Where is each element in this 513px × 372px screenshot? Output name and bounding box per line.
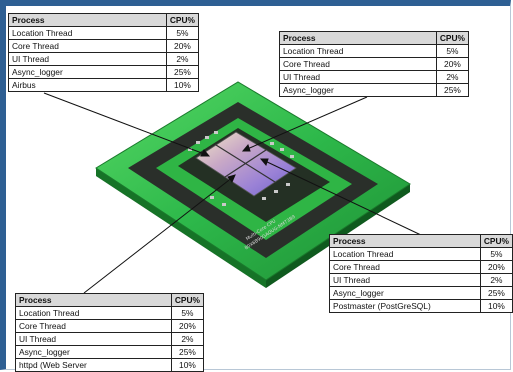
process-cell: UI Thread (279, 70, 437, 84)
process-cell: Async_logger (15, 345, 172, 359)
table-row: Location Thread 5% (15, 306, 205, 320)
table-row: Airbus 10% (8, 78, 200, 92)
cpu-cell: 25% (165, 65, 200, 79)
cpu-cell: 2% (165, 52, 200, 66)
cpu-cell: 5% (165, 26, 200, 40)
process-cell: Core Thread (15, 319, 172, 333)
process-cell: Async_logger (279, 83, 437, 97)
process-cell: Postmaster (PostGreSQL) (329, 299, 481, 313)
table-row: Core Thread 20% (8, 39, 200, 53)
cpu-cell: 20% (435, 57, 470, 71)
table-row: Core Thread 20% (329, 260, 513, 274)
process-column-header: Process (329, 234, 481, 248)
table-row: Core Thread 20% (279, 57, 470, 71)
cpu-cell: 2% (479, 273, 513, 287)
cpu-column-header: CPU% (435, 31, 470, 45)
cpu-cell: 20% (165, 39, 200, 53)
table-row: Location Thread 5% (329, 247, 513, 261)
table-row: Location Thread 5% (8, 26, 200, 40)
table-row: UI Thread 2% (329, 273, 513, 287)
process-cell: Core Thread (329, 260, 481, 274)
process-cell: Async_logger (8, 65, 167, 79)
cpu-cell: 10% (170, 358, 205, 372)
process-cell: Async_logger (329, 286, 481, 300)
process-cell: UI Thread (15, 332, 172, 346)
process-table-core-3: Process CPU% Location Thread 5% Core Thre… (329, 234, 513, 313)
process-cell: Location Thread (15, 306, 172, 320)
process-table-core-4: Process CPU% Location Thread 5% Core Thre… (15, 293, 205, 372)
process-cell: httpd (Web Server (15, 358, 172, 372)
cpu-cell: 10% (479, 299, 513, 313)
table-row: Async_logger 25% (8, 65, 200, 79)
process-column-header: Process (279, 31, 437, 45)
cpu-cell: 10% (165, 78, 200, 92)
table-header-row: Process CPU% (8, 13, 200, 27)
table-row: Async_logger 25% (329, 286, 513, 300)
process-cell: Location Thread (329, 247, 481, 261)
cpu-cell: 25% (479, 286, 513, 300)
table-header-row: Process CPU% (15, 293, 205, 307)
table-row: UI Thread 2% (8, 52, 200, 66)
process-cell: Core Thread (279, 57, 437, 71)
cpu-cell: 20% (479, 260, 513, 274)
process-cell: Core Thread (8, 39, 167, 53)
process-table-core-2: Process CPU% Location Thread 5% Core Thre… (279, 31, 470, 97)
cpu-cell: 2% (170, 332, 205, 346)
table-row: Async_logger 25% (279, 83, 470, 97)
table-row: UI Thread 2% (15, 332, 205, 346)
cpu-cell: 25% (170, 345, 205, 359)
cpu-cell: 20% (170, 319, 205, 333)
table-header-row: Process CPU% (329, 234, 513, 248)
table-header-row: Process CPU% (279, 31, 470, 45)
cpu-cell: 5% (435, 44, 470, 58)
cpu-column-header: CPU% (165, 13, 200, 27)
process-column-header: Process (8, 13, 167, 27)
process-cell: Location Thread (279, 44, 437, 58)
table-row: httpd (Web Server 10% (15, 358, 205, 372)
table-row: Async_logger 25% (15, 345, 205, 359)
process-cell: UI Thread (8, 52, 167, 66)
cpu-cell: 5% (479, 247, 513, 261)
cpu-cell: 2% (435, 70, 470, 84)
table-row: UI Thread 2% (279, 70, 470, 84)
cpu-cell: 5% (170, 306, 205, 320)
cpu-column-header: CPU% (479, 234, 513, 248)
table-row: Core Thread 20% (15, 319, 205, 333)
process-table-core-1: Process CPU% Location Thread 5% Core Thre… (8, 13, 200, 92)
table-row: Postmaster (PostGreSQL) 10% (329, 299, 513, 313)
process-cell: Location Thread (8, 26, 167, 40)
table-row: Location Thread 5% (279, 44, 470, 58)
process-cell: UI Thread (329, 273, 481, 287)
process-cell: Airbus (8, 78, 167, 92)
cpu-cell: 25% (435, 83, 470, 97)
process-column-header: Process (15, 293, 172, 307)
cpu-column-header: CPU% (170, 293, 205, 307)
